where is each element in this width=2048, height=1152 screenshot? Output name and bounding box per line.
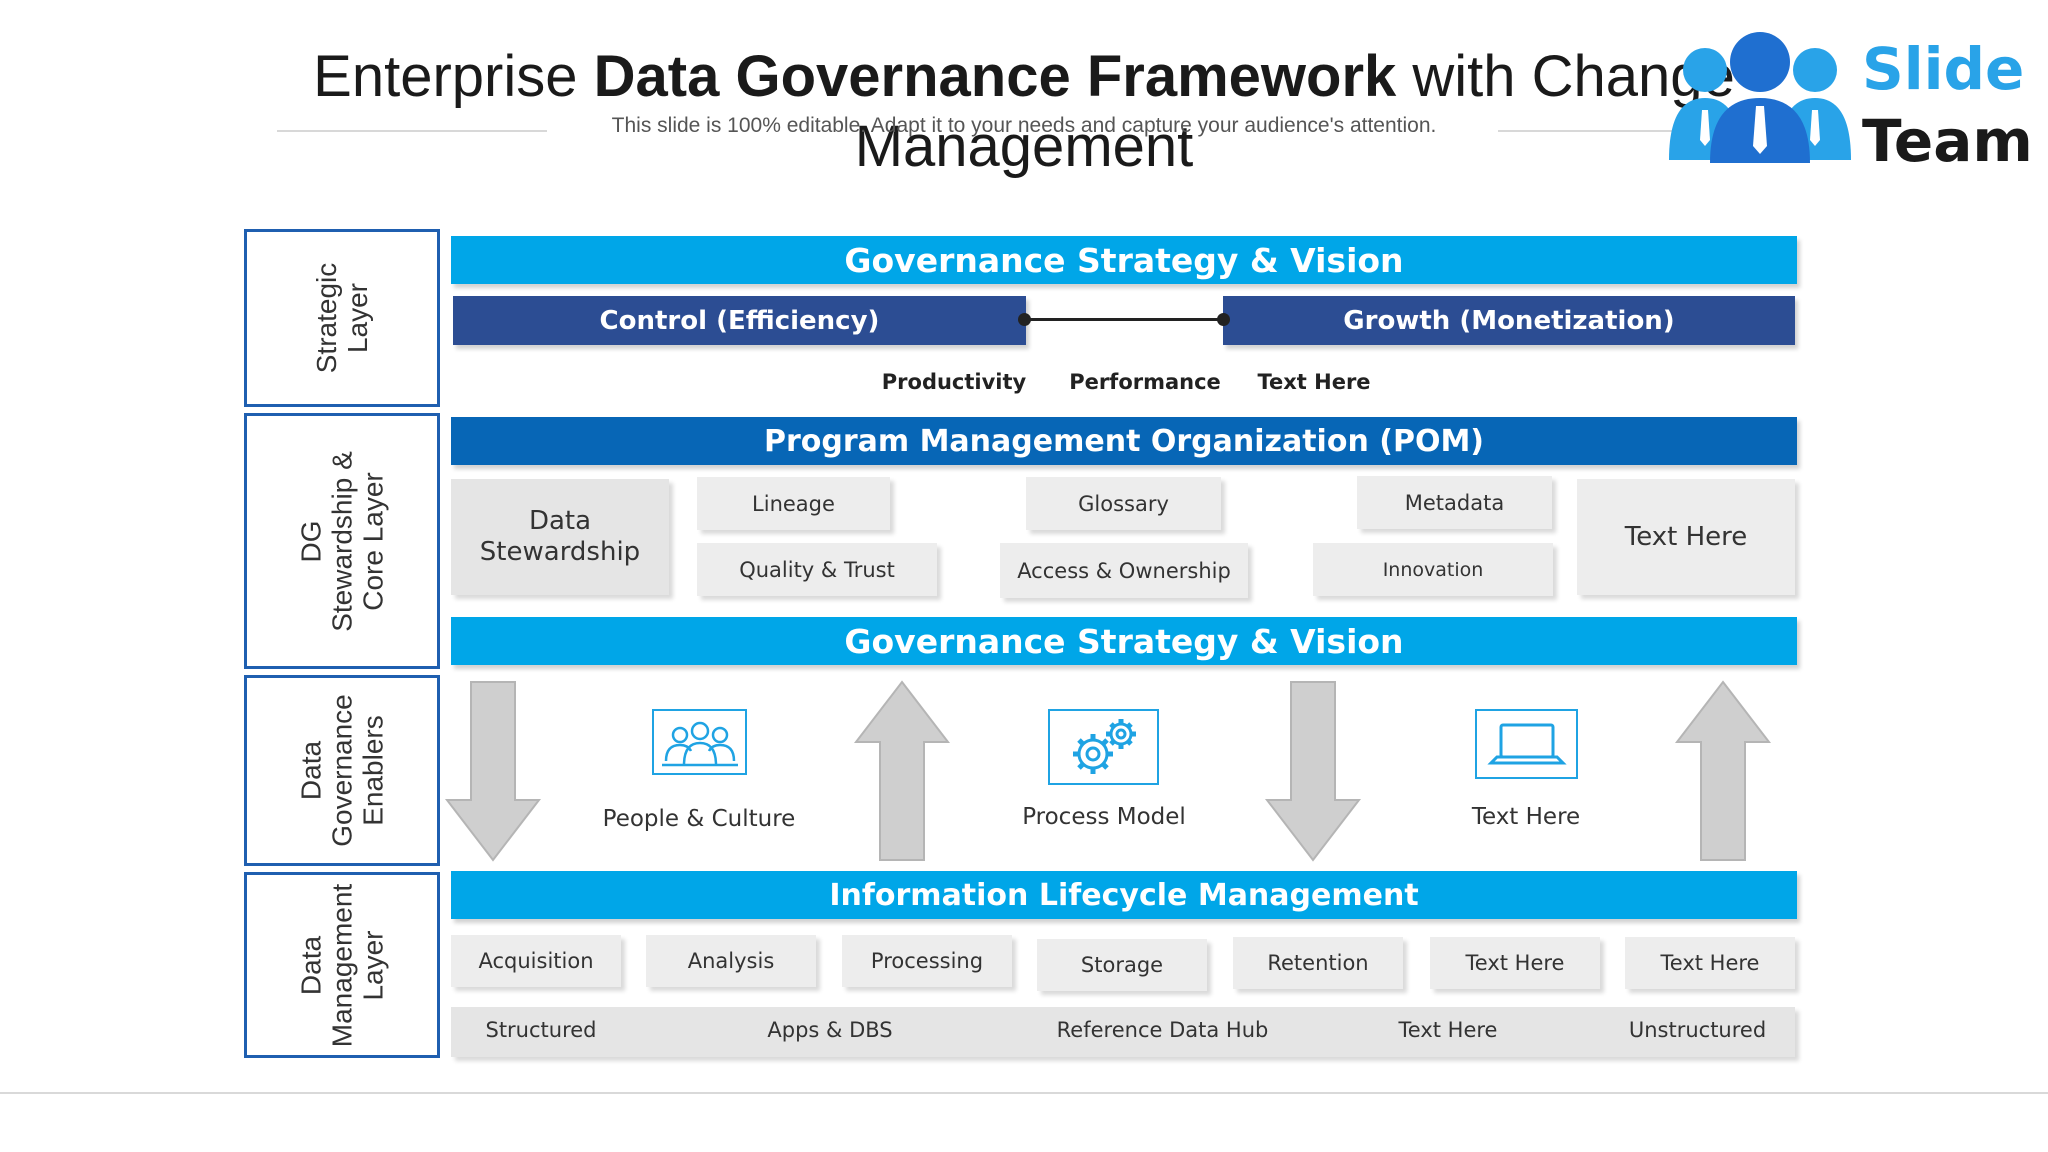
enabler-people-culture-label: People & Culture <box>602 806 796 832</box>
layer-management: Data Management Layer <box>244 872 440 1058</box>
slideteam-logo: Slide Team <box>1665 28 2033 170</box>
lifecycle-processing: Processing <box>842 935 1012 987</box>
title-part-1: Enterprise <box>313 44 594 109</box>
enabler-text-here-label: Text Here <box>1471 804 1581 830</box>
source-unstructured: Unstructured <box>1628 1018 1767 1042</box>
source-structured: Structured <box>485 1018 597 1042</box>
lifecycle-text-here-2: Text Here <box>1625 937 1795 989</box>
source-text-here: Text Here <box>1398 1018 1498 1042</box>
glossary-box: Glossary <box>1026 477 1221 530</box>
enabler-process-model-label: Process Model <box>1022 804 1186 830</box>
logo-word-team: Team <box>1862 107 2033 175</box>
pom-bar: Program Management Organization (POM) <box>451 417 1797 465</box>
growth-monetization-bar: Growth (Monetization) <box>1223 296 1795 345</box>
layer-stewardship: DG Stewardship & Core Layer <box>244 413 440 669</box>
control-efficiency-bar: Control (Efficiency) <box>453 296 1026 345</box>
layer-stewardship-label: DG Stewardship & Core Layer <box>295 450 389 632</box>
lifecycle-storage: Storage <box>1037 939 1207 991</box>
lineage-box: Lineage <box>697 477 890 530</box>
source-apps-dbs: Apps & DBS <box>767 1018 893 1042</box>
stewardship-text-here-box: Text Here <box>1577 479 1795 595</box>
footer-rule <box>0 1092 2048 1094</box>
layer-enablers-label: Data Governance Enablers <box>295 694 389 847</box>
lifecycle-retention: Retention <box>1233 937 1403 989</box>
gears-icon <box>1048 709 1159 785</box>
governance-strategy-bar-top: Governance Strategy & Vision <box>451 236 1797 284</box>
connector-dot-right <box>1217 313 1230 326</box>
layer-strategic-label: Strategic Layer <box>311 262 373 374</box>
layer-strategic: Strategic Layer <box>244 229 440 407</box>
layer-enablers: Data Governance Enablers <box>244 675 440 866</box>
laptop-icon <box>1475 709 1578 779</box>
source-reference-data-hub: Reference Data Hub <box>1056 1018 1269 1042</box>
arrow-up-2 <box>1674 680 1772 861</box>
lifecycle-analysis: Analysis <box>646 935 816 987</box>
metadata-box: Metadata <box>1357 476 1552 529</box>
team-people-icon <box>1669 32 1851 163</box>
lifecycle-text-here-1: Text Here <box>1430 937 1600 989</box>
data-stewardship-box: Data Stewardship <box>451 479 669 595</box>
arrow-down-2 <box>1264 681 1362 862</box>
quality-trust-box: Quality & Trust <box>697 543 937 596</box>
metric-performance: Performance <box>1069 370 1221 394</box>
arrow-down-1 <box>444 681 542 862</box>
information-lifecycle-bar: Information Lifecycle Management <box>451 871 1797 919</box>
lifecycle-acquisition: Acquisition <box>451 935 621 987</box>
layer-management-label: Data Management Layer <box>295 883 389 1047</box>
connector-dot-left <box>1018 313 1031 326</box>
metric-text-here: Text Here <box>1257 370 1371 394</box>
logo-word-slide: Slide <box>1862 35 2025 103</box>
governance-strategy-bar-bottom: Governance Strategy & Vision <box>451 617 1797 665</box>
innovation-box: Innovation <box>1313 543 1553 596</box>
control-growth-connector <box>1026 318 1223 321</box>
access-ownership-box: Access & Ownership <box>1000 543 1248 598</box>
arrow-up-1 <box>853 680 951 861</box>
people-group-icon <box>652 709 747 775</box>
title-part-2: Data Governance Framework <box>593 44 1397 109</box>
metric-productivity: Productivity <box>881 370 1027 394</box>
